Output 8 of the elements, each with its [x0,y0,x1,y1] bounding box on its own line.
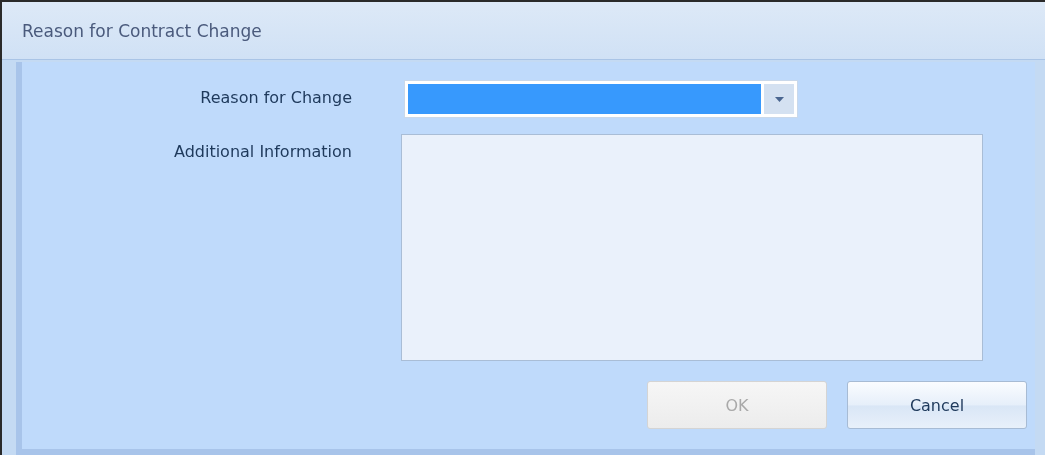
field-label: Additional Information [173,141,352,163]
dialog-button[interactable]: Cancel [847,381,1027,429]
dropdown-button[interactable] [764,84,794,114]
field-label: Reason for Change [200,87,352,109]
caret-icon [774,96,784,102]
reason-dropdown[interactable] [404,80,798,118]
window-title: Reason for Contract Change [22,20,262,41]
information-field[interactable] [401,134,983,361]
